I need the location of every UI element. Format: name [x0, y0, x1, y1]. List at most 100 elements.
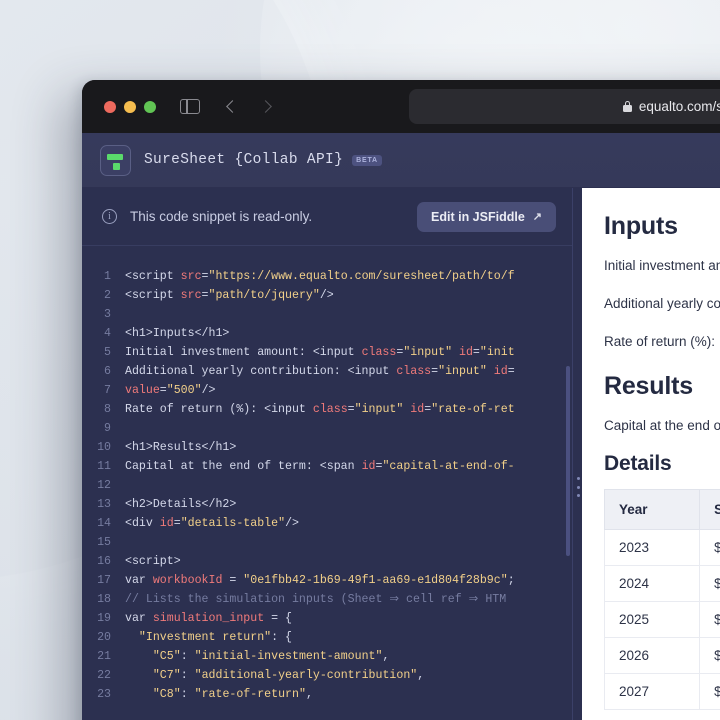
- code-line: 20 "Investment return": {: [82, 628, 572, 647]
- app-body: i This code snippet is read-only. Edit i…: [82, 188, 720, 720]
- code-line: 10 <h1>Results</h1>: [82, 438, 572, 457]
- table-cell: 2027: [603, 673, 701, 710]
- code-line-content: <script src="path/to/jquery"/>: [125, 289, 334, 302]
- code-line: 9: [82, 419, 572, 438]
- code-vertical-scrollbar[interactable]: [566, 366, 570, 556]
- table-cell: 2026: [603, 637, 701, 674]
- table-row: 2027$12,900.96: [603, 673, 720, 710]
- code-line-content: value="500"/>: [125, 384, 216, 397]
- sidebar-toggle-icon[interactable]: [180, 99, 200, 114]
- browser-toolbar: equalto.com/sheets/collab: [82, 80, 720, 133]
- code-line: 8 Rate of return (%): <input class="input…: [82, 400, 572, 419]
- table-row: 2024$10,700.00: [603, 565, 720, 602]
- code-line-number: 10: [97, 441, 111, 454]
- equalto-logo-icon[interactable]: [100, 144, 131, 176]
- address-bar[interactable]: equalto.com/sheets/collab: [409, 89, 720, 124]
- browser-window: equalto.com/sheets/collab SureSheet {Col…: [82, 80, 720, 720]
- code-line-content: "C7": "additional-yearly-contribution",: [152, 669, 425, 682]
- code-line: 22 "C7": "additional-yearly-contribution…: [82, 666, 572, 685]
- code-line: 3: [82, 305, 572, 324]
- readonly-notice-text: This code snippet is read-only.: [130, 209, 313, 224]
- edit-in-jsfiddle-button[interactable]: Edit in JSFiddle ↗: [417, 201, 556, 232]
- table-cell: $12,900.96: [699, 673, 720, 710]
- code-line-content: "Investment return": {: [138, 631, 292, 644]
- code-line-content: <div id="details-table"/>: [125, 517, 299, 530]
- table-cell: $12,150.43: [699, 637, 720, 674]
- pane-divider[interactable]: [572, 188, 582, 720]
- code-line-content: Initial investment amount: <input class=…: [125, 346, 515, 359]
- code-line: 14 <div id="details-table"/>: [82, 514, 572, 533]
- code-line-number: 16: [97, 555, 111, 568]
- code-line: 15: [82, 533, 572, 552]
- code-line-number: 12: [97, 479, 111, 492]
- code-line-content: Rate of return (%): <input class="input"…: [125, 403, 515, 416]
- table-column-header: Year: [603, 489, 701, 530]
- table-column-header: Starting capital: [699, 489, 720, 530]
- code-line-content: <script>: [125, 555, 181, 568]
- address-url-text: equalto.com/sheets/collab: [638, 99, 720, 114]
- table-cell: $10,000.00: [699, 529, 720, 566]
- table-cell: 2023: [603, 529, 701, 566]
- code-line-number: 6: [104, 365, 111, 378]
- details-table: YearStarting capital 2023$10,000.002024$…: [603, 489, 720, 710]
- minimize-window-button[interactable]: [124, 100, 136, 113]
- code-line-content: Capital at the end of term: <span id="ca…: [125, 460, 515, 473]
- code-line: 6 Additional yearly contribution: <input …: [82, 362, 572, 381]
- table-cell: 2024: [603, 565, 701, 602]
- results-line: Capital at the end of term:: [604, 418, 720, 433]
- chevron-left-icon[interactable]: [226, 100, 239, 113]
- info-icon: i: [102, 209, 117, 224]
- edit-in-jsfiddle-label: Edit in JSFiddle: [431, 209, 525, 224]
- input-row-label: Additional yearly contribution:: [604, 296, 720, 311]
- code-line: 12: [82, 476, 572, 495]
- chevron-right-icon[interactable]: [259, 100, 272, 113]
- table-cell: $11,449.00: [699, 601, 720, 638]
- code-line-number: 7: [104, 384, 111, 397]
- code-scroll-area[interactable]: 1 <script src="https://www.equalto.com/su…: [82, 246, 572, 720]
- code-line-number: 23: [97, 688, 111, 701]
- code-line-number: 21: [97, 650, 111, 663]
- code-line: 23 "C8": "rate-of-return",: [82, 685, 572, 704]
- code-line-content: <h2>Details</h2>: [125, 498, 237, 511]
- code-line-number: 13: [97, 498, 111, 511]
- inputs-list: Initial investment amount: Additional yea…: [604, 258, 720, 349]
- code-line-content: <h1>Inputs</h1>: [125, 327, 230, 340]
- code-line: 4 <h1>Inputs</h1>: [82, 324, 572, 343]
- code-line: 11 Capital at the end of term: <span id="…: [82, 457, 572, 476]
- code-line: 13 <h2>Details</h2>: [82, 495, 572, 514]
- results-heading: Results: [604, 372, 693, 400]
- code-line: 17 var workbookId = "0e1fbb42-1b69-49f1-a…: [82, 571, 572, 590]
- maximize-window-button[interactable]: [144, 100, 156, 113]
- code-line-number: 14: [97, 517, 111, 530]
- code-line: 16 <script>: [82, 552, 572, 571]
- code-line-content: Additional yearly contribution: <input c…: [125, 365, 515, 378]
- table-header-row: YearStarting capital: [603, 489, 720, 530]
- table-cell: 2025: [603, 601, 701, 638]
- close-window-button[interactable]: [104, 100, 116, 113]
- app-title: SureSheet {Collab API}: [144, 152, 344, 168]
- code-line-number: 20: [97, 631, 111, 644]
- pane-resize-handle[interactable]: [574, 474, 582, 500]
- code-line-number: 8: [104, 403, 111, 416]
- beta-badge: BETA: [352, 154, 382, 166]
- code-line-content: <h1>Results</h1>: [125, 441, 237, 454]
- code-block: 1 <script src="https://www.equalto.com/su…: [82, 267, 572, 704]
- code-line: 2 <script src="path/to/jquery"/>: [82, 286, 572, 305]
- code-line-number: 19: [97, 612, 111, 625]
- code-line-number: 9: [104, 422, 111, 435]
- code-line-number: 3: [104, 308, 111, 321]
- input-row-label: Initial investment amount:: [604, 258, 720, 273]
- table-cell: $10,700.00: [699, 565, 720, 602]
- code-line-number: 1: [104, 270, 111, 283]
- code-line-content: "C8": "rate-of-return",: [152, 688, 313, 701]
- table-row: 2023$10,000.00: [603, 529, 720, 566]
- code-pane: i This code snippet is read-only. Edit i…: [82, 188, 572, 720]
- code-line-number: 22: [97, 669, 111, 682]
- code-line-number: 11: [97, 460, 111, 473]
- table-body: 2023$10,000.002024$10,700.002025$11,449.…: [603, 529, 720, 710]
- details-heading: Details: [604, 452, 672, 475]
- code-line-content: "C5": "initial-investment-amount",: [152, 650, 390, 663]
- traffic-lights: [104, 100, 156, 113]
- code-line-number: 5: [104, 346, 111, 359]
- lock-icon: [622, 101, 632, 112]
